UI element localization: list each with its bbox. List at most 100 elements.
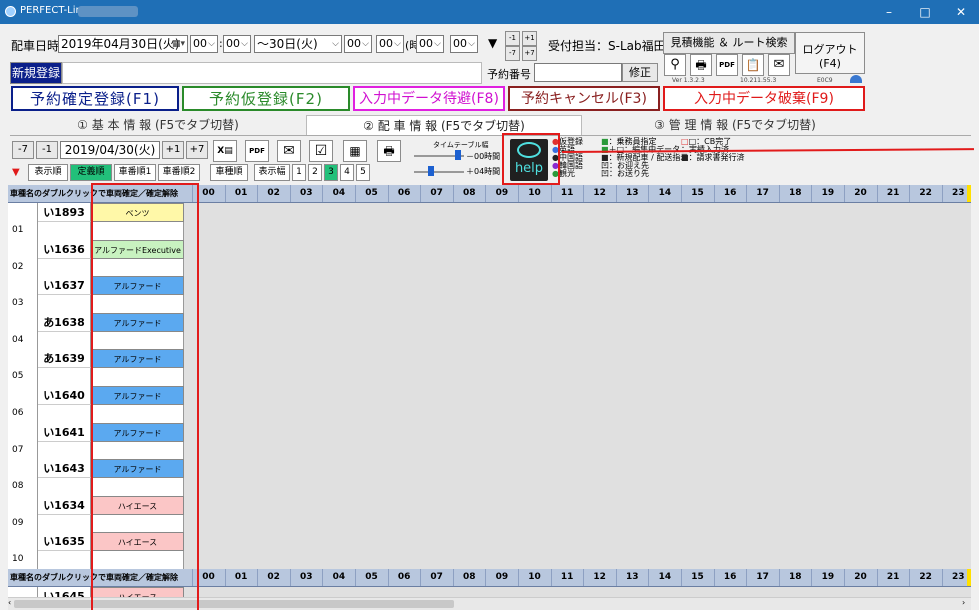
- hour-column-header: 19: [811, 185, 843, 202]
- new-registration-button[interactable]: 新規登録: [10, 62, 62, 84]
- scroll-right-icon[interactable]: ›: [962, 598, 965, 607]
- vehicle-plate[interactable]: い1634: [38, 495, 91, 515]
- mail-icon[interactable]: ✉: [768, 54, 790, 76]
- estimate-route-button[interactable]: 見積機能 ＆ ルート検索: [663, 32, 795, 54]
- schedule-timeline[interactable]: [184, 386, 971, 424]
- current-date[interactable]: 2019/04/30(火): [60, 141, 160, 159]
- vehicle-plate[interactable]: い1893: [38, 203, 91, 222]
- hour-column-header: 22: [909, 185, 941, 202]
- plate-sub-cell: [38, 514, 91, 534]
- plate-sub-cell: [38, 551, 91, 571]
- timetable-start-slider[interactable]: [455, 150, 461, 160]
- hour-column-header: 02: [257, 569, 289, 586]
- spin-plus7[interactable]: +7: [522, 46, 537, 61]
- schedule-timeline[interactable]: [184, 312, 971, 351]
- tab-manage[interactable]: ③ 管 理 情 報 (F5でタブ切替): [590, 115, 880, 135]
- vehicle-plate[interactable]: い1637: [38, 276, 91, 296]
- scrollbar-thumb[interactable]: [14, 600, 454, 608]
- printer-icon[interactable]: 🖶: [690, 54, 712, 76]
- width-3-button[interactable]: 3: [324, 164, 338, 181]
- tentative-registration-button[interactable]: 予約仮登録(F2): [182, 86, 350, 111]
- width-4-button[interactable]: 4: [340, 164, 354, 181]
- hour-column-header: 02: [257, 185, 289, 202]
- vehicle-plate[interactable]: い1636: [38, 239, 91, 259]
- sort-type-button[interactable]: 車種順: [210, 164, 248, 181]
- vehicle-plate[interactable]: い1643: [38, 459, 91, 479]
- cancel-reservation-button[interactable]: 予約キャンセル(F3): [508, 86, 660, 111]
- table-icon[interactable]: ▦: [343, 140, 367, 162]
- schedule-timeline[interactable]: [184, 495, 971, 534]
- start-min-select[interactable]: 00 ⌵: [223, 35, 251, 53]
- schedule-timeline[interactable]: [184, 587, 971, 597]
- tab-dispatch[interactable]: ② 配 車 情 報 (F5でタブ切替): [306, 115, 582, 135]
- discard-data-button[interactable]: 入力中データ破棄(F9): [663, 86, 865, 111]
- hour-column-header: 16: [713, 185, 746, 202]
- width-5-button[interactable]: 5: [356, 164, 370, 181]
- legend-text: 観光: [558, 169, 575, 178]
- width-1-button[interactable]: 1: [292, 164, 306, 181]
- schedule-timeline[interactable]: [184, 203, 971, 241]
- minimize-button[interactable]: –: [871, 0, 907, 24]
- schedule-timeline[interactable]: [184, 532, 971, 571]
- mail-send-icon[interactable]: ✉: [277, 140, 301, 162]
- schedule-timeline[interactable]: [184, 459, 971, 498]
- schedule-timeline[interactable]: [184, 349, 971, 388]
- schedule-timeline[interactable]: [184, 276, 971, 315]
- timetable-end-slider[interactable]: [428, 166, 434, 176]
- vehicle-plate[interactable]: い1645: [38, 587, 91, 597]
- print-icon[interactable]: 🖶: [377, 140, 401, 162]
- end-date-select[interactable]: ～30日(火) ⌵: [254, 35, 342, 53]
- clipboard-icon[interactable]: 📋: [742, 54, 764, 76]
- end-min-select[interactable]: 00 ⌵: [376, 35, 404, 53]
- legend-item: 凹：お送り先: [601, 170, 701, 178]
- triangle-down-icon[interactable]: ▼: [488, 36, 497, 50]
- vehicle-plate[interactable]: あ1639: [38, 349, 91, 369]
- scroll-left-icon[interactable]: ‹: [8, 598, 11, 607]
- hour-column-header: 03: [289, 185, 322, 202]
- start-hour-value: 00: [193, 37, 207, 50]
- vehicle-plate[interactable]: い1635: [38, 532, 91, 552]
- date-plus1-button[interactable]: +1: [162, 141, 184, 159]
- start-hour-select[interactable]: 00 ⌵: [190, 35, 218, 53]
- triangle-down-icon[interactable]: ▼: [12, 167, 20, 178]
- row-number: 02: [8, 239, 38, 278]
- schedule-timeline[interactable]: [184, 422, 971, 461]
- reservation-no-input[interactable]: [534, 63, 622, 82]
- spin-minus7[interactable]: -7: [505, 46, 520, 61]
- time-min-select[interactable]: 00 ⌵: [450, 35, 478, 53]
- close-button[interactable]: ✕: [943, 0, 979, 24]
- width-2-button[interactable]: 2: [308, 164, 322, 181]
- pdf-export-icon[interactable]: PDF: [245, 140, 269, 162]
- hold-data-button[interactable]: 入力中データ待避(F8): [353, 86, 505, 111]
- spin-minus1[interactable]: -1: [505, 31, 520, 46]
- tab-basic[interactable]: ① 基 本 情 報 (F5でタブ切替): [10, 115, 306, 135]
- row-number: 03: [8, 276, 38, 315]
- schedule-timeline[interactable]: [184, 239, 971, 278]
- logout-button[interactable]: ログアウト (F4): [795, 32, 865, 74]
- dispatch-label: 配車日時: [11, 39, 60, 53]
- checkbox-icon[interactable]: ☑: [309, 140, 333, 162]
- date-minus7-button[interactable]: -7: [12, 141, 34, 159]
- pdf-icon[interactable]: PDF: [716, 54, 738, 76]
- date-minus1-button[interactable]: -1: [36, 141, 58, 159]
- date-plus7-button[interactable]: +7: [186, 141, 208, 159]
- sort-car1-button[interactable]: 車番順1: [114, 164, 156, 181]
- end-hour-select[interactable]: 00 ⌵: [344, 35, 372, 53]
- search-icon[interactable]: ⚲: [664, 54, 686, 76]
- help-highlight: [502, 133, 560, 185]
- time-hour-select[interactable]: 00 ⌵: [416, 35, 444, 53]
- excel-icon[interactable]: X▤: [213, 140, 237, 162]
- start-date-picker[interactable]: 2019年04月30日(火) ▦▾: [58, 35, 188, 53]
- vehicle-plate[interactable]: あ1638: [38, 312, 91, 332]
- edit-button[interactable]: 修正: [622, 63, 658, 82]
- vehicle-plate[interactable]: い1641: [38, 422, 91, 442]
- maximize-button[interactable]: □: [907, 0, 943, 24]
- spin-plus1[interactable]: +1: [522, 31, 537, 46]
- vehicle-plate[interactable]: い1640: [38, 386, 91, 405]
- row-number: 07: [8, 422, 38, 461]
- sort-regular-button[interactable]: 定義順: [70, 164, 112, 181]
- vertical-scrollbar[interactable]: [971, 185, 979, 597]
- sort-car2-button[interactable]: 車番順2: [158, 164, 200, 181]
- hour-column-header: 19: [811, 569, 843, 586]
- confirm-registration-button[interactable]: 予約確定登録(F1): [11, 86, 179, 111]
